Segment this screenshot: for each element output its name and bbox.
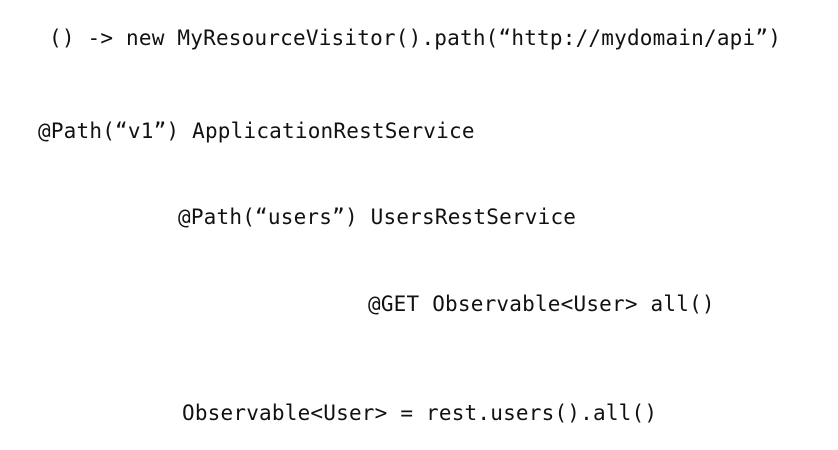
application-rest-service-line: @Path(“v1”) ApplicationRestService <box>38 119 475 143</box>
users-rest-service-line: @Path(“users”) UsersRestService <box>178 205 577 229</box>
observable-call-line: Observable<User> = rest.users().all() <box>182 401 658 425</box>
get-all-method-line: @GET Observable<User> all() <box>368 292 715 316</box>
resource-visitor-line: () -> new MyResourceVisitor().path(“http… <box>49 26 782 50</box>
